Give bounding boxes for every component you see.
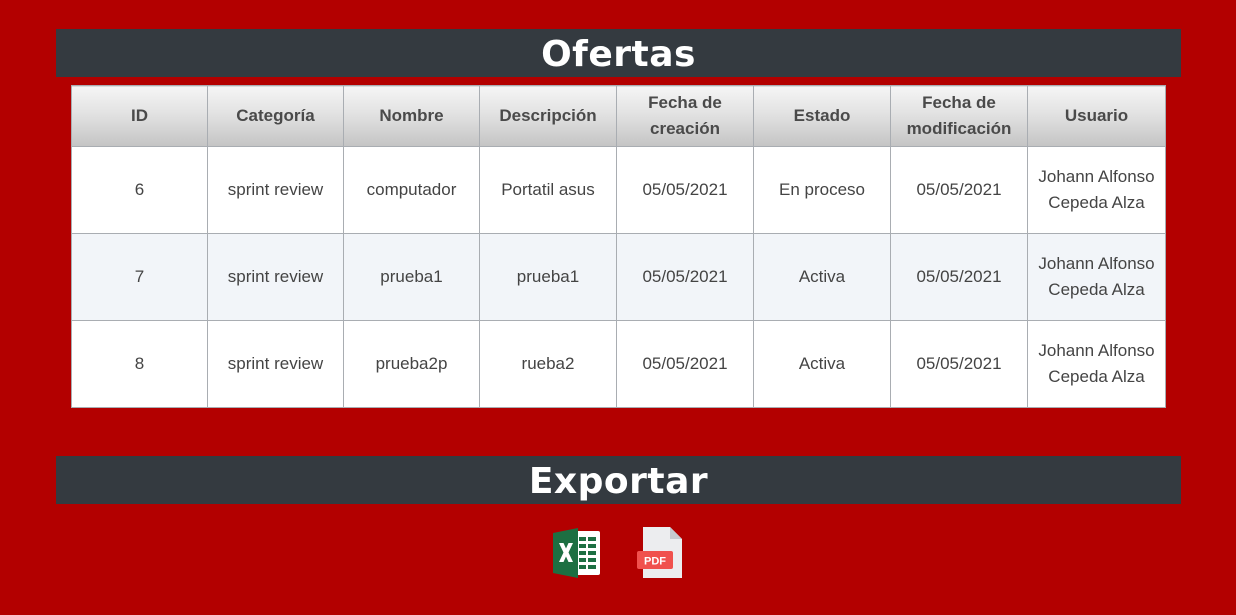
excel-icon — [553, 528, 600, 578]
column-header-estado[interactable]: Estado — [753, 85, 891, 147]
column-header-id[interactable]: ID — [71, 85, 208, 147]
column-header-descripcion[interactable]: Descripción — [479, 85, 617, 147]
cell-nombre: computador — [343, 146, 480, 234]
table-header-row: ID Categoría Nombre Descripción Fecha de… — [71, 85, 1166, 147]
cell-estado: En proceso — [753, 146, 891, 234]
cell-descripcion: Portatil asus — [479, 146, 617, 234]
pdf-icon: PDF — [637, 527, 682, 578]
cell-estado: Activa — [753, 320, 891, 408]
column-header-categoria[interactable]: Categoría — [207, 85, 344, 147]
exportar-title: Exportar — [56, 456, 1181, 504]
cell-fecha-creacion: 05/05/2021 — [616, 233, 754, 321]
cell-fecha-creacion: 05/05/2021 — [616, 146, 754, 234]
cell-fecha-modificacion: 05/05/2021 — [890, 320, 1028, 408]
ofertas-title: Ofertas — [56, 29, 1181, 77]
cell-id: 7 — [71, 233, 208, 321]
pdf-export-button[interactable]: PDF — [634, 526, 688, 580]
cell-id: 8 — [71, 320, 208, 408]
cell-id: 6 — [71, 146, 208, 234]
offers-table: ID Categoría Nombre Descripción Fecha de… — [71, 85, 1166, 408]
column-header-usuario[interactable]: Usuario — [1027, 85, 1166, 147]
cell-nombre: prueba1 — [343, 233, 480, 321]
cell-usuario: Johann Alfonso Cepeda Alza — [1027, 320, 1166, 408]
table-row: 6 sprint review computador Portatil asus… — [71, 146, 1166, 234]
cell-nombre: prueba2p — [343, 320, 480, 408]
cell-fecha-modificacion: 05/05/2021 — [890, 233, 1028, 321]
cell-usuario: Johann Alfonso Cepeda Alza — [1027, 146, 1166, 234]
table-row: 8 sprint review prueba2p rueba2 05/05/20… — [71, 320, 1166, 408]
cell-categoria: sprint review — [207, 233, 344, 321]
cell-usuario: Johann Alfonso Cepeda Alza — [1027, 233, 1166, 321]
cell-descripcion: prueba1 — [479, 233, 617, 321]
cell-categoria: sprint review — [207, 146, 344, 234]
column-header-fecha-modificacion[interactable]: Fecha de modificación — [890, 85, 1028, 147]
table-row: 7 sprint review prueba1 prueba1 05/05/20… — [71, 233, 1166, 321]
cell-fecha-creacion: 05/05/2021 — [616, 320, 754, 408]
cell-fecha-modificacion: 05/05/2021 — [890, 146, 1028, 234]
cell-categoria: sprint review — [207, 320, 344, 408]
column-header-fecha-creacion[interactable]: Fecha de creación — [616, 85, 754, 147]
column-header-nombre[interactable]: Nombre — [343, 85, 480, 147]
export-options: PDF — [0, 526, 1236, 582]
cell-estado: Activa — [753, 233, 891, 321]
pdf-icon-label: PDF — [644, 556, 666, 568]
excel-export-button[interactable] — [550, 526, 604, 580]
cell-descripcion: rueba2 — [479, 320, 617, 408]
